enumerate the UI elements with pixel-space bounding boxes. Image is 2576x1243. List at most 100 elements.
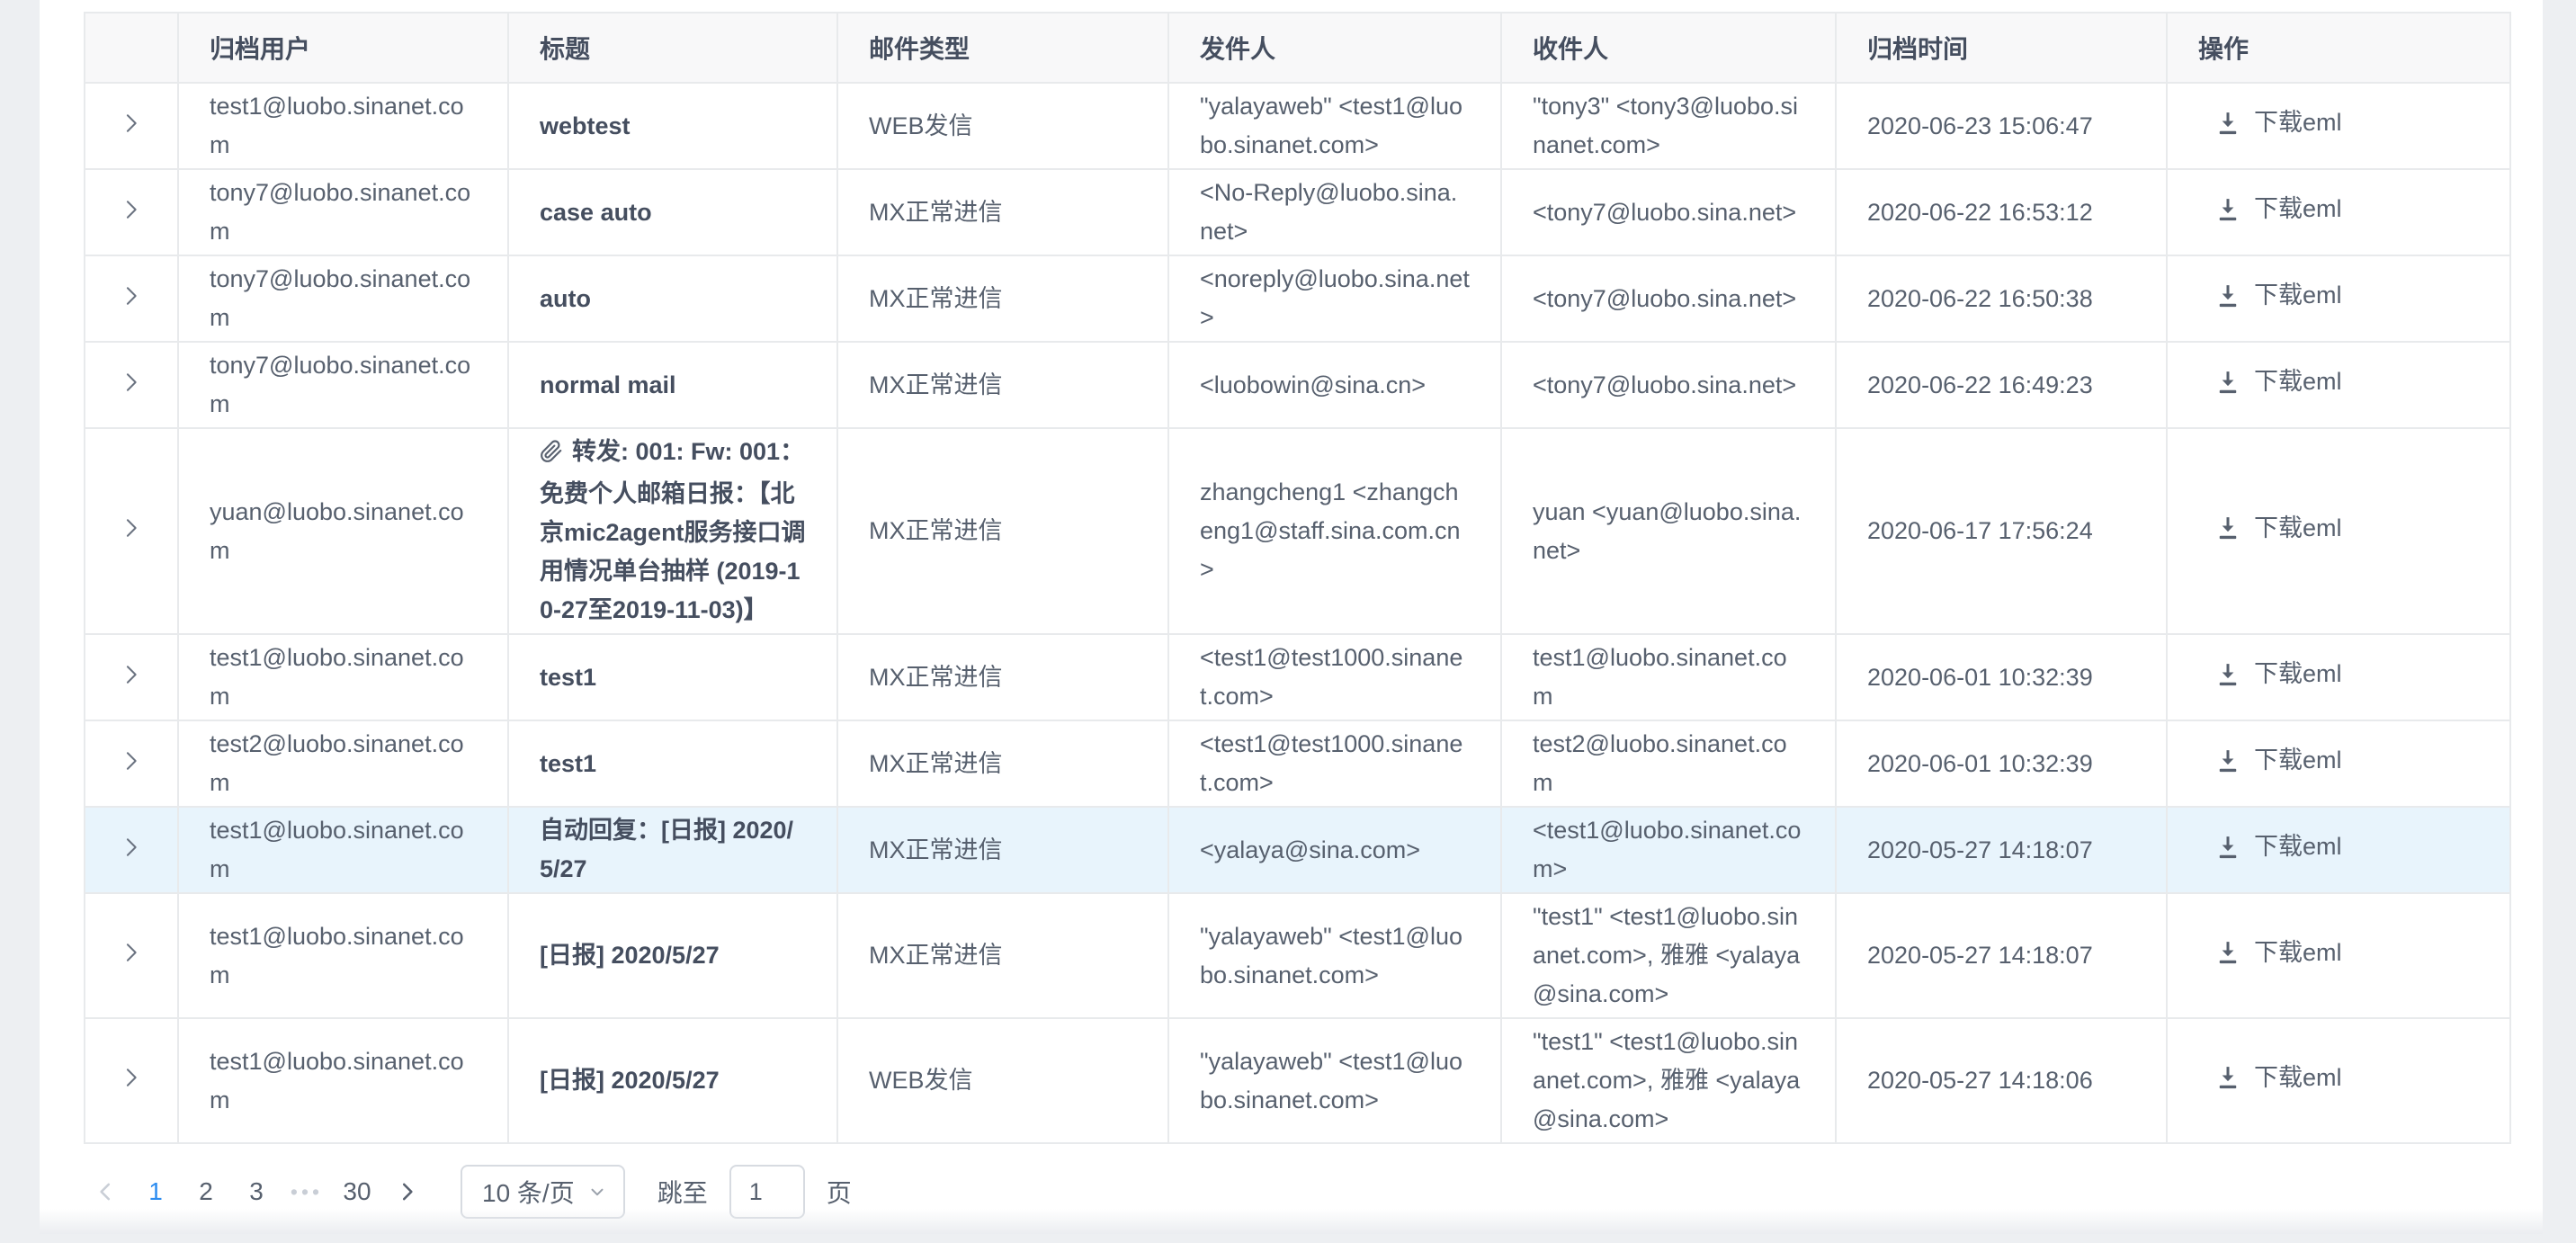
cell-archive-user: test1@luobo.sinanet.com — [178, 83, 508, 169]
download-icon — [2214, 661, 2241, 688]
cell-sender: <luobowin@sina.cn> — [1168, 342, 1501, 428]
download-eml-label: 下载eml — [2254, 362, 2342, 401]
table-row: test1@luobo.sinanet.com test1 MX正常进信 <te… — [85, 634, 2510, 720]
download-eml-link[interactable]: 下载eml — [2214, 103, 2342, 142]
cell-archive-time: 2020-05-27 14:18:07 — [1836, 807, 2167, 893]
mail-title-text: webtest — [540, 112, 631, 139]
cell-sender: <noreply@luobo.sina.net> — [1168, 255, 1501, 342]
cell-title: case auto — [508, 169, 837, 255]
table-row: yuan@luobo.sinanet.com 转发: 001: Fw: 001：… — [85, 428, 2510, 634]
download-eml-label: 下载eml — [2254, 827, 2342, 866]
cell-archive-user: yuan@luobo.sinanet.com — [178, 428, 508, 634]
pagination-page-1[interactable]: 1 — [137, 1165, 174, 1219]
cell-title: 自动回复：[日报] 2020/5/27 — [508, 807, 837, 893]
cell-archive-time: 2020-06-01 10:32:39 — [1836, 634, 2167, 720]
cell-archive-time: 2020-06-01 10:32:39 — [1836, 720, 2167, 807]
chevron-right-icon — [119, 197, 144, 222]
expand-row-button[interactable] — [113, 1060, 149, 1095]
download-icon — [2214, 1064, 2241, 1091]
cell-title: test1 — [508, 634, 837, 720]
table-row: test1@luobo.sinanet.com [日报] 2020/5/27 W… — [85, 1018, 2510, 1143]
cell-title: 转发: 001: Fw: 001：免费个人邮箱日报：【北京mic2agent服务… — [508, 428, 837, 634]
column-header-recipient: 收件人 — [1501, 13, 1836, 83]
expand-row-button[interactable] — [113, 829, 149, 865]
chevron-right-icon — [119, 662, 144, 687]
column-header-action: 操作 — [2167, 13, 2510, 83]
column-header-archive-time: 归档时间 — [1836, 13, 2167, 83]
page-size-select[interactable]: 10 条/页 — [461, 1165, 625, 1219]
mail-title-text: normal mail — [540, 371, 676, 398]
expand-row-button[interactable] — [113, 105, 149, 141]
expand-row-button[interactable] — [113, 278, 149, 314]
cell-archive-user: test1@luobo.sinanet.com — [178, 1018, 508, 1143]
cell-recipient: <tony7@luobo.sina.net> — [1501, 169, 1836, 255]
cell-mail-type: MX正常进信 — [837, 428, 1168, 634]
cell-sender: "yalayaweb" <test1@luobo.sinanet.com> — [1168, 83, 1501, 169]
download-eml-label: 下载eml — [2254, 741, 2342, 780]
cell-mail-type: MX正常进信 — [837, 169, 1168, 255]
cell-archive-time: 2020-06-17 17:56:24 — [1836, 428, 2167, 634]
expand-row-button[interactable] — [113, 510, 149, 546]
attachment-icon — [540, 436, 563, 475]
page-size-label: 10 条/页 — [482, 1174, 575, 1210]
pagination-next-icon[interactable] — [389, 1165, 426, 1219]
chevron-down-icon — [587, 1182, 607, 1202]
download-eml-link[interactable]: 下载eml — [2214, 827, 2342, 866]
download-eml-link[interactable]: 下载eml — [2214, 276, 2342, 315]
column-header-title: 标题 — [508, 13, 837, 83]
chevron-right-icon — [119, 748, 144, 774]
download-eml-label: 下载eml — [2254, 276, 2342, 315]
expand-row-button[interactable] — [113, 743, 149, 779]
cell-title: [日报] 2020/5/27 — [508, 893, 837, 1018]
expand-row-button[interactable] — [113, 364, 149, 400]
cell-archive-user: test1@luobo.sinanet.com — [178, 807, 508, 893]
pagination-page-3[interactable]: 3 — [237, 1165, 275, 1219]
pagination-page-30[interactable]: 30 — [338, 1165, 376, 1219]
download-eml-link[interactable]: 下载eml — [2214, 1059, 2342, 1097]
download-eml-link[interactable]: 下载eml — [2214, 655, 2342, 693]
cell-recipient: <tony7@luobo.sina.net> — [1501, 342, 1836, 428]
cell-mail-type: MX正常进信 — [837, 342, 1168, 428]
download-eml-label: 下载eml — [2254, 1059, 2342, 1097]
download-eml-link[interactable]: 下载eml — [2214, 741, 2342, 780]
pagination-prev-icon[interactable] — [86, 1165, 124, 1219]
table-header-row: 归档用户 标题 邮件类型 发件人 收件人 归档时间 操作 — [85, 13, 2510, 83]
table-row: test1@luobo.sinanet.com webtest WEB发信 "y… — [85, 83, 2510, 169]
pagination-pages: 123•••30 — [137, 1165, 389, 1219]
cell-mail-type: MX正常进信 — [837, 720, 1168, 807]
mail-title-text: [日报] 2020/5/27 — [540, 1067, 720, 1094]
cell-archive-user: test1@luobo.sinanet.com — [178, 634, 508, 720]
cell-title: [日报] 2020/5/27 — [508, 1018, 837, 1143]
cell-archive-time: 2020-05-27 14:18:06 — [1836, 1018, 2167, 1143]
download-eml-link[interactable]: 下载eml — [2214, 362, 2342, 401]
cell-mail-type: MX正常进信 — [837, 255, 1168, 342]
mail-title-text: case auto — [540, 199, 652, 226]
download-eml-link[interactable]: 下载eml — [2214, 509, 2342, 548]
cell-archive-time: 2020-06-23 15:06:47 — [1836, 83, 2167, 169]
cell-recipient: "test1" <test1@luobo.sinanet.com>, 雅雅 <y… — [1501, 1018, 1836, 1143]
content-card: 归档用户 标题 邮件类型 发件人 收件人 归档时间 操作 test1@luobo… — [40, 0, 2543, 1234]
column-header-sender: 发件人 — [1168, 13, 1501, 83]
download-eml-link[interactable]: 下载eml — [2214, 934, 2342, 972]
cell-sender: "yalayaweb" <test1@luobo.sinanet.com> — [1168, 893, 1501, 1018]
jump-page-input[interactable] — [729, 1165, 805, 1219]
download-eml-link[interactable]: 下载eml — [2214, 190, 2342, 228]
expand-row-button[interactable] — [113, 934, 149, 970]
cell-title: auto — [508, 255, 837, 342]
download-eml-label: 下载eml — [2254, 655, 2342, 693]
cell-recipient: yuan <yuan@luobo.sina.net> — [1501, 428, 1836, 634]
cell-archive-user: test1@luobo.sinanet.com — [178, 893, 508, 1018]
cell-title: test1 — [508, 720, 837, 807]
cell-mail-type: WEB发信 — [837, 1018, 1168, 1143]
cell-mail-type: MX正常进信 — [837, 634, 1168, 720]
expand-row-button[interactable] — [113, 192, 149, 228]
download-eml-label: 下载eml — [2254, 509, 2342, 548]
cell-mail-type: MX正常进信 — [837, 893, 1168, 1018]
cell-archive-user: test2@luobo.sinanet.com — [178, 720, 508, 807]
cell-sender: <test1@test1000.sinanet.com> — [1168, 720, 1501, 807]
cell-sender: <test1@test1000.sinanet.com> — [1168, 634, 1501, 720]
chevron-right-icon — [119, 370, 144, 395]
expand-row-button[interactable] — [113, 657, 149, 693]
pagination-page-2[interactable]: 2 — [187, 1165, 225, 1219]
archive-table-wrap: 归档用户 标题 邮件类型 发件人 收件人 归档时间 操作 test1@luobo… — [84, 12, 2543, 1144]
